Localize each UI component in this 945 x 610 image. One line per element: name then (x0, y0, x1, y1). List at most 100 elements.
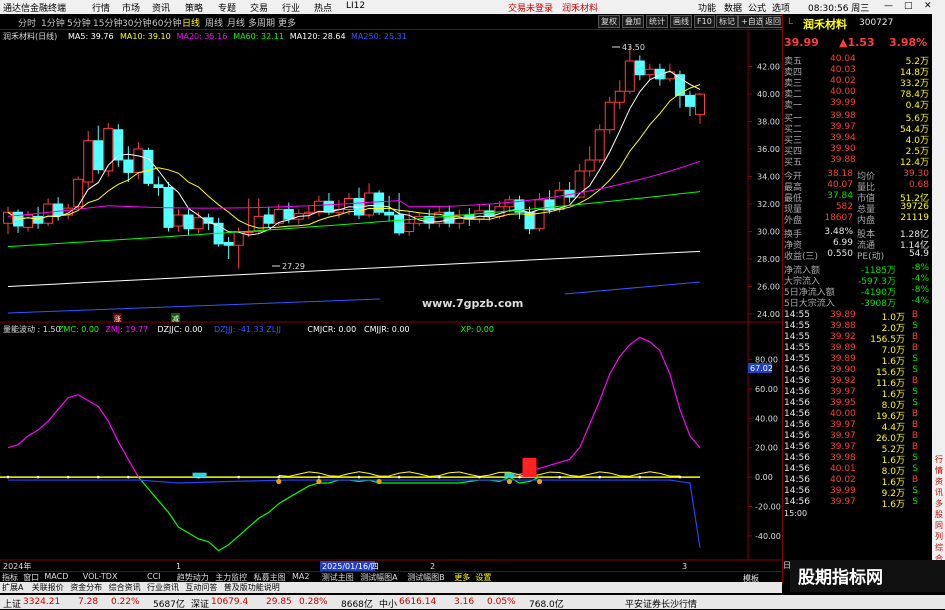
bid-price: 39.90 (830, 144, 856, 154)
stock-name[interactable]: 润禾材料 (803, 16, 847, 32)
side-strip-item[interactable]: 资 (934, 476, 944, 487)
candle-body (614, 90, 625, 103)
indicator-axis-tick: 0.00 (755, 473, 773, 482)
candle-body (594, 129, 605, 161)
side-strip-item[interactable]: 讯 (934, 487, 944, 498)
info-tab[interactable]: 互动问答 (185, 582, 217, 593)
candle-body (384, 211, 395, 216)
menu-industry[interactable]: 行业 (282, 1, 300, 14)
info-tab[interactable]: 综合资讯 (109, 582, 141, 593)
menu-strategy[interactable]: 策略 (185, 1, 203, 14)
candle-body (444, 211, 455, 224)
ask-price: 40.04 (830, 54, 856, 64)
signal-dot (237, 475, 240, 479)
tick-price: 39.97 (830, 420, 856, 430)
coin-icon (376, 478, 382, 485)
draw-button[interactable]: 画线 (670, 15, 692, 28)
back-button[interactable]: 返回 (762, 15, 784, 28)
menu-data[interactable]: 数据 (724, 1, 742, 14)
candle-body (153, 184, 164, 188)
index-name[interactable]: 深证 (191, 597, 209, 610)
trade-login-status[interactable]: 交易未登录 (508, 1, 553, 14)
menu-news[interactable]: 资讯 (152, 1, 170, 14)
ask-price: 40.03 (830, 65, 856, 75)
menu-market[interactable]: 市场 (122, 1, 140, 14)
stat-value: 54.9 (908, 249, 929, 259)
info-tab[interactable]: 关联报价 (32, 582, 64, 593)
menu-options[interactable]: 选项 (772, 1, 790, 14)
panel-tab-f10[interactable]: 图文F10 (719, 584, 750, 595)
candle-body (123, 159, 134, 173)
index-change: 3.16 (454, 597, 475, 607)
overlay-button[interactable]: 叠加 (622, 15, 644, 28)
tab-more[interactable]: 更多 (278, 16, 296, 29)
tab-multi-period[interactable]: 多周期 (248, 16, 275, 29)
f10-button[interactable]: F10 (694, 15, 715, 28)
tab-daily[interactable]: 日线 (182, 16, 200, 29)
side-strip-item[interactable]: 情 (934, 465, 944, 476)
menu-formula[interactable]: 公式 (748, 1, 766, 14)
side-strip-item[interactable]: 列 (934, 531, 944, 542)
indicator-legend-item: CMJJR: 0.00 (364, 325, 410, 334)
side-strip-item[interactable]: 行 (934, 454, 944, 465)
candle-body (684, 94, 695, 107)
tab-intraday[interactable]: 分时 (18, 16, 36, 29)
menu-function[interactable]: 功能 (698, 1, 716, 14)
window-minimize-icon[interactable]: — (884, 1, 893, 11)
candle-body (584, 159, 595, 172)
indicator-legend-item: DZJJC: 0.00 (157, 325, 202, 334)
index-name[interactable]: 上证 (3, 597, 21, 610)
fund-flow-pct: -8% (911, 263, 929, 273)
tick-price: 39.88 (830, 321, 856, 331)
tab-weekly[interactable]: 周线 (205, 16, 223, 29)
tab-60min[interactable]: 60分钟 (152, 16, 181, 29)
side-strip-item[interactable]: 同 (934, 520, 944, 531)
info-tab[interactable]: 资金分布 (70, 582, 102, 593)
menu-hot[interactable]: 热点 (314, 1, 332, 14)
index-name[interactable]: 中小 (379, 597, 397, 610)
tab-30min[interactable]: 30分钟 (122, 16, 151, 29)
window-close-icon[interactable]: ✕ (924, 1, 932, 11)
info-tab[interactable]: 普及版功能说明 (224, 582, 280, 593)
price-change-pct: 3.98% (889, 36, 928, 49)
coin-icon (276, 478, 282, 485)
tab-15min[interactable]: 15分钟 (93, 16, 122, 29)
tab-5min[interactable]: 5分钟 (67, 16, 91, 29)
indicator-tab[interactable]: MACD (44, 572, 68, 581)
indicator-axis-tick: -20.00 (755, 503, 781, 512)
menu-quotes[interactable]: 行情 (92, 1, 110, 14)
tab-monthly[interactable]: 月线 (227, 16, 245, 29)
indicator-tab[interactable]: CCI (147, 572, 161, 581)
chart-area[interactable]: 42.0040.0038.0036.0034.0032.0030.0028.00… (0, 30, 782, 571)
indicator-tab[interactable]: MA2 (292, 572, 309, 581)
signal-dot (437, 475, 441, 479)
candle-body (634, 60, 645, 76)
indicator-tab[interactable]: VOL-TDX (83, 572, 118, 581)
candle-body (33, 215, 44, 224)
stat-value: 39726 (900, 202, 929, 212)
candle-body (143, 149, 154, 184)
mark-button[interactable]: 标记 (716, 15, 738, 28)
tick-price: 39.90 (830, 365, 856, 375)
chart-watermark: www.7gpzb.com (422, 297, 523, 310)
panel-tab-template[interactable]: 模板 (743, 573, 759, 584)
side-strip-item[interactable]: 多 (934, 498, 944, 509)
window-maximize-icon[interactable]: □ (904, 1, 913, 11)
bid-price: 39.94 (830, 133, 856, 143)
info-tab[interactable]: 行业资讯 (147, 582, 179, 593)
menu-topic[interactable]: 专题 (218, 1, 236, 14)
title-bar: 通达信金融终端 行情 市场 资讯 策略 专题 交易 行业 热点 LI12 交易未… (0, 0, 945, 14)
side-strip-item[interactable]: 综 (934, 542, 944, 553)
tick-side: S (912, 497, 918, 507)
adjust-button[interactable]: 复权 (598, 15, 620, 28)
side-strip-item[interactable]: 股 (934, 509, 944, 520)
signal-dot (598, 475, 602, 479)
stats-button[interactable]: 统计 (646, 15, 668, 28)
menu-trade[interactable]: 交易 (250, 1, 268, 14)
time-axis-mark-3: 3 (682, 562, 687, 571)
stat-value: 38.18 (827, 169, 853, 179)
info-tab[interactable]: 扩展A (2, 582, 23, 593)
tab-1min[interactable]: 1分钟 (41, 16, 65, 29)
stock-code: 300727 (859, 18, 894, 28)
candle-body (374, 192, 385, 213)
